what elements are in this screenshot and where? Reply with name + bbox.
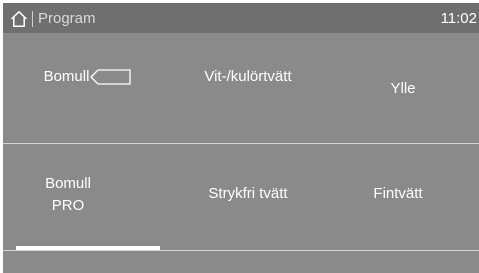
program-tile-bomull[interactable]: Bomull [23,67,153,87]
clock: 11:02 [440,10,477,27]
program-label: Vit-/kulörtvätt [204,68,292,85]
program-label: Strykfri tvätt [208,185,288,202]
breadcrumb: Program [38,10,96,27]
page-indicator [16,246,160,250]
program-label-line2: PRO [51,197,85,214]
row-divider [3,250,479,251]
program-label-line1: Bomull [45,175,91,192]
program-label: Bomull [43,68,90,85]
program-label: Fintvätt [373,185,423,202]
breadcrumb-separator [32,11,33,27]
program-screen: Program 11:02 Bomull Vit-/kulörtvätt Yll… [3,3,479,273]
program-label: Ylle [390,80,416,97]
status-bar: Program 11:02 [3,3,479,33]
row-divider [3,143,479,144]
door-icon [90,69,132,85]
program-tile-ylle[interactable]: Ylle [353,79,453,99]
program-tile-vit-kulortvatt[interactable]: Vit-/kulörtvätt [183,67,313,87]
program-tile-bomull-pro[interactable]: Bomull PRO [23,174,113,216]
program-tile-strykfri-tvatt[interactable]: Strykfri tvätt [183,184,313,204]
program-tile-fintvatt[interactable]: Fintvätt [343,184,453,204]
home-icon[interactable] [10,10,28,28]
